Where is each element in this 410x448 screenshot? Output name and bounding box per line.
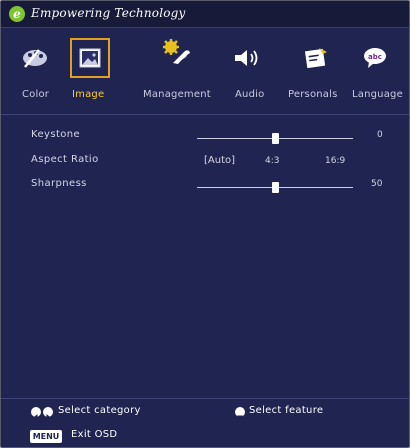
color-palette-icon <box>19 42 51 74</box>
osd-window: e Empowering Technology Color Image Mana… <box>0 0 410 448</box>
keystone-label: Keystone <box>31 129 81 140</box>
brand-logo-letter: e <box>13 7 21 21</box>
select-category-hint: Select category <box>58 405 141 416</box>
sharpness-slider[interactable] <box>197 182 353 193</box>
svg-text:abc: abc <box>368 53 382 61</box>
menu-key-icon: MENU <box>30 430 62 443</box>
image-icon <box>70 38 110 78</box>
tab-audio[interactable]: Audio <box>229 42 269 114</box>
sharpness-label: Sharpness <box>31 178 87 189</box>
footer-divider <box>1 398 409 399</box>
sharpness-value: 50 <box>371 179 383 189</box>
aspect-option-16-9[interactable]: 16:9 <box>325 156 345 166</box>
language-bubble-icon: abc <box>359 42 391 74</box>
tab-color[interactable]: Color <box>15 42 55 114</box>
aspect-option-auto[interactable]: [Auto] <box>204 155 235 166</box>
arrow-right-icon <box>43 407 53 420</box>
tab-language-label: Language <box>352 89 403 100</box>
tab-management[interactable]: Management <box>139 39 219 114</box>
tab-personals-label: Personals <box>288 89 338 100</box>
tab-color-label: Color <box>22 89 50 100</box>
tab-personals[interactable]: Personals <box>284 42 348 114</box>
keystone-value: 0 <box>377 130 383 140</box>
tabs-divider <box>1 114 409 115</box>
app-title: Empowering Technology <box>31 6 186 20</box>
arrow-down-icon <box>235 407 245 419</box>
tab-management-label: Management <box>143 89 211 100</box>
tab-audio-label: Audio <box>235 89 265 100</box>
speaker-icon <box>231 42 263 74</box>
arrow-left-icon <box>31 407 41 420</box>
sharpness-slider-handle[interactable] <box>271 182 279 193</box>
tab-image[interactable]: Image <box>66 38 114 114</box>
exit-osd-hint: Exit OSD <box>71 429 118 440</box>
tab-image-label: Image <box>72 89 105 100</box>
aspect-option-4-3[interactable]: 4:3 <box>265 156 279 166</box>
aspect-ratio-label: Aspect Ratio <box>31 154 99 165</box>
tab-language[interactable]: abc Language <box>349 42 407 114</box>
title-bar: e Empowering Technology <box>1 1 409 28</box>
brand-logo-icon: e <box>9 6 25 22</box>
personal-icon <box>300 42 332 74</box>
keystone-slider[interactable] <box>197 133 353 144</box>
keystone-slider-handle[interactable] <box>271 133 279 144</box>
wrench-gear-icon <box>161 36 193 68</box>
select-feature-hint: Select feature <box>249 405 324 416</box>
